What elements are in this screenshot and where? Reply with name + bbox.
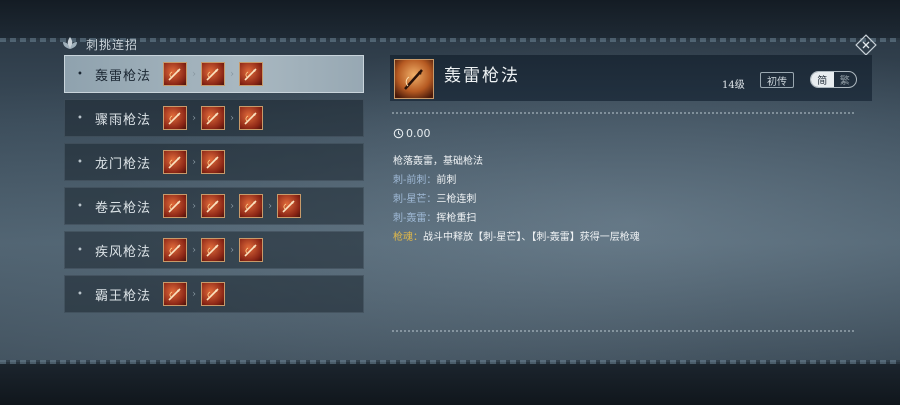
- combo-name: 疾风枪法: [95, 244, 152, 260]
- spear-skill-icon[interactable]: [201, 106, 225, 130]
- spear-skill-icon[interactable]: [201, 150, 225, 174]
- skill-move-1: 刺-前刺：前刺: [393, 171, 640, 190]
- move-text: 三枪连刺: [436, 194, 477, 205]
- combo-list: • 轰雷枪法 › › • 骤雨枪法 › › • 龙门枪法 › • 卷云枪法 › › › • 疾风枪法 › › • 霸王枪法…: [64, 55, 364, 319]
- cooldown: 0.00: [393, 127, 431, 140]
- bullet-icon: •: [77, 200, 83, 212]
- skill-detail-header: 轰雷枪法 14级 初传 简 繁: [390, 55, 872, 101]
- spear-skill-icon[interactable]: [239, 62, 263, 86]
- skill-move-2: 刺-星芒：三枪连刺: [393, 190, 640, 209]
- move-label: 刺-星芒：: [393, 194, 437, 205]
- move-label: 刺-轰雷：: [393, 213, 437, 224]
- combo-sequence: ›: [163, 282, 225, 306]
- combo-row[interactable]: • 卷云枪法 › › ›: [64, 187, 364, 225]
- skill-description: 枪落轰雷，基础枪法 刺-前刺：前刺 刺-星芒：三枪连刺 刺-轰雷：挥枪重扫 枪魂…: [393, 152, 640, 247]
- chevron-right-icon: ›: [268, 200, 272, 212]
- combo-name: 轰雷枪法: [95, 68, 152, 84]
- chevron-right-icon: ›: [230, 244, 234, 256]
- skill-level: 14级: [722, 80, 745, 91]
- divider-top: [392, 112, 854, 114]
- chevron-right-icon: ›: [192, 68, 196, 80]
- spear-skill-icon[interactable]: [239, 106, 263, 130]
- bullet-icon: •: [77, 156, 83, 168]
- spear-skill-icon[interactable]: [239, 194, 263, 218]
- spear-skill-icon[interactable]: [163, 238, 187, 262]
- combo-row[interactable]: • 轰雷枪法 › ›: [64, 55, 364, 93]
- chevron-right-icon: ›: [192, 200, 196, 212]
- bullet-icon: •: [77, 112, 83, 124]
- chevron-right-icon: ›: [192, 112, 196, 124]
- spear-skill-icon[interactable]: [163, 106, 187, 130]
- toggle-simple[interactable]: 简: [811, 72, 834, 87]
- combo-sequence: › ›: [163, 106, 263, 130]
- spear-skill-icon[interactable]: [239, 238, 263, 262]
- combo-sequence: › › ›: [163, 194, 301, 218]
- close-diamond-icon: [855, 34, 877, 56]
- close-button[interactable]: [855, 34, 877, 56]
- cooldown-value: 0.00: [406, 127, 431, 140]
- combo-sequence: › ›: [163, 238, 263, 262]
- panel-title: 刺挑连招: [86, 37, 139, 52]
- spear-skill-icon[interactable]: [201, 62, 225, 86]
- spear-skill-icon[interactable]: [163, 150, 187, 174]
- bullet-icon: •: [77, 288, 83, 300]
- spear-skill-icon[interactable]: [201, 194, 225, 218]
- spear-skill-icon[interactable]: [163, 282, 187, 306]
- spear-skill-icon[interactable]: [163, 62, 187, 86]
- spear-skill-icon: [394, 59, 434, 99]
- combo-row[interactable]: • 龙门枪法 ›: [64, 143, 364, 181]
- rank-badge: 初传: [760, 72, 794, 88]
- spear-skill-icon[interactable]: [201, 238, 225, 262]
- combo-sequence: ›: [163, 150, 225, 174]
- bullet-icon: •: [77, 68, 83, 80]
- combo-row[interactable]: • 霸王枪法 ›: [64, 275, 364, 313]
- chevron-right-icon: ›: [192, 156, 196, 168]
- chevron-right-icon: ›: [192, 288, 196, 300]
- spear-skill-icon[interactable]: [201, 282, 225, 306]
- combo-name: 骤雨枪法: [95, 112, 152, 128]
- combo-name: 卷云枪法: [95, 200, 152, 216]
- move-text: 前刺: [436, 175, 457, 186]
- clock-icon: [393, 128, 404, 139]
- combo-row[interactable]: • 疾风枪法 › ›: [64, 231, 364, 269]
- combo-name: 龙门枪法: [95, 156, 152, 172]
- chevron-right-icon: ›: [230, 112, 234, 124]
- simple-detailed-toggle[interactable]: 简 繁: [810, 71, 857, 88]
- soul-text: 战斗中释放【刺-星芒】、【刺-轰雷】获得一层枪魂: [423, 232, 640, 243]
- combo-row[interactable]: • 骤雨枪法 › ›: [64, 99, 364, 137]
- spear-skill-icon[interactable]: [163, 194, 187, 218]
- skill-title: 轰雷枪法: [444, 66, 520, 86]
- lotus-emblem-icon: [63, 37, 77, 49]
- divider-bottom: [392, 330, 854, 332]
- panel-header: 刺挑连招: [60, 34, 138, 54]
- combo-name: 霸王枪法: [95, 288, 152, 304]
- skill-intro: 枪落轰雷，基础枪法: [393, 156, 483, 167]
- move-label: 刺-前刺：: [393, 175, 437, 186]
- chevron-right-icon: ›: [230, 200, 234, 212]
- chevron-right-icon: ›: [192, 244, 196, 256]
- soul-label: 枪魂：: [393, 232, 423, 243]
- chevron-right-icon: ›: [230, 68, 234, 80]
- bottom-band: [0, 362, 900, 405]
- skill-move-3: 刺-轰雷：挥枪重扫: [393, 209, 640, 228]
- bullet-icon: •: [77, 244, 83, 256]
- spear-soul-line: 枪魂：战斗中释放【刺-星芒】、【刺-轰雷】获得一层枪魂: [393, 228, 640, 247]
- bottom-trim: [0, 360, 900, 364]
- combo-sequence: › ›: [163, 62, 263, 86]
- toggle-detailed[interactable]: 繁: [834, 72, 857, 87]
- spear-skill-icon[interactable]: [277, 194, 301, 218]
- move-text: 挥枪重扫: [436, 213, 477, 224]
